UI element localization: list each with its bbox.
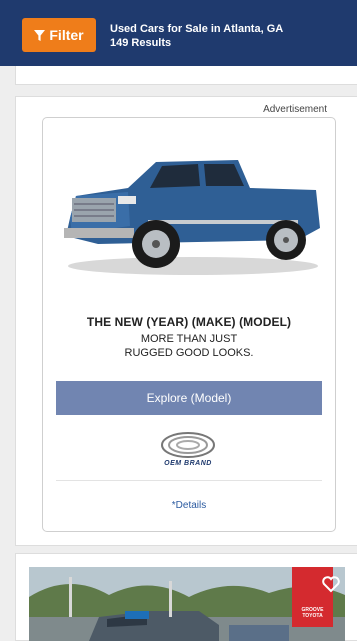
ad-tagline-line1: MORE THAN JUST bbox=[140, 333, 238, 345]
oem-brand-text: OEM BRAND bbox=[164, 460, 212, 467]
result-count: 149 Results bbox=[110, 37, 172, 49]
page-title-text: Used Cars for Sale in Atlanta, GA bbox=[110, 23, 284, 35]
explore-model-button[interactable]: Explore (Model) bbox=[56, 381, 322, 415]
top-bar: Filter Used Cars for Sale in Atlanta, GA… bbox=[0, 0, 357, 66]
ad-headline: THE NEW (YEAR) (MAKE) (MODEL) bbox=[86, 315, 292, 329]
filter-button-label: Filter bbox=[49, 27, 84, 43]
search-summary-strip bbox=[15, 66, 357, 85]
heart-icon[interactable] bbox=[322, 575, 340, 593]
advertisement-label: Advertisement bbox=[263, 104, 327, 115]
ad-divider bbox=[56, 480, 322, 481]
filter-button[interactable]: Filter bbox=[22, 18, 96, 52]
details-link[interactable]: *Details bbox=[42, 500, 336, 511]
page-title: Used Cars for Sale in Atlanta, GA 149 Re… bbox=[110, 22, 283, 50]
filter-funnel-icon bbox=[34, 29, 46, 41]
oem-brand-logo bbox=[161, 432, 215, 458]
truck-image bbox=[64, 160, 320, 275]
dealer-logo-text: GROOVE TOYOTA bbox=[301, 607, 324, 619]
ad-tagline-line2: RUGGED GOOD LOOKS. bbox=[124, 347, 254, 359]
